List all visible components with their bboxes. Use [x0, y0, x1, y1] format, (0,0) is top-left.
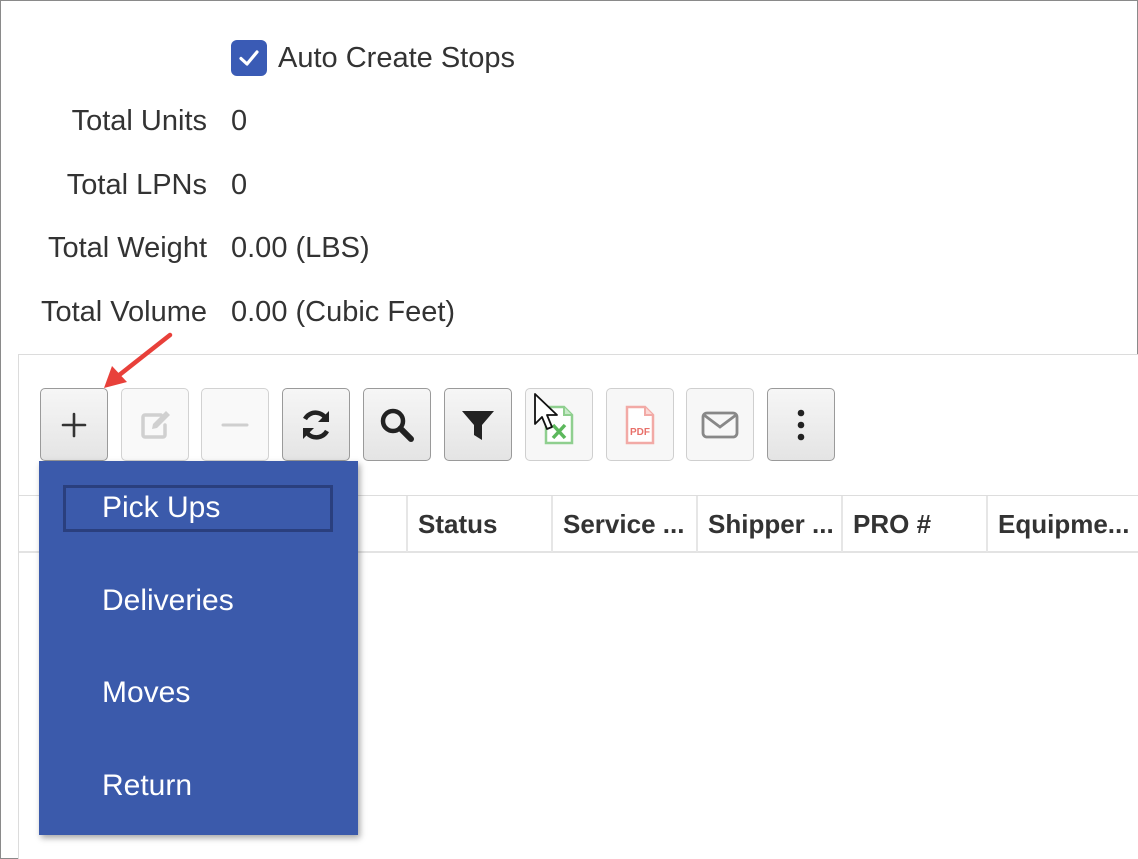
filter-icon	[462, 410, 494, 440]
export-pdf-button[interactable]: PDF	[606, 388, 674, 461]
email-button[interactable]	[686, 388, 754, 461]
checkmark-icon	[239, 50, 259, 66]
add-dropdown-menu: Pick Ups Deliveries Moves Return	[39, 461, 358, 835]
pdf-icon-text: PDF	[630, 427, 650, 438]
search-button[interactable]	[363, 388, 431, 461]
search-icon	[380, 408, 414, 442]
edit-icon	[141, 410, 170, 439]
menu-item-pick-ups[interactable]: Pick Ups	[102, 491, 220, 525]
column-header-shipper[interactable]: Shipper ...	[696, 496, 842, 552]
plus-icon	[61, 412, 87, 437]
auto-create-stops-checkbox[interactable]	[231, 40, 267, 76]
menu-item-return[interactable]: Return	[102, 769, 192, 803]
remove-button[interactable]	[201, 388, 269, 461]
filter-button[interactable]	[444, 388, 512, 461]
mouse-pointer-icon	[534, 393, 558, 430]
column-header-status[interactable]: Status	[406, 496, 552, 552]
auto-create-stops-label: Auto Create Stops	[278, 41, 515, 74]
refresh-button[interactable]	[282, 388, 350, 461]
menu-item-deliveries[interactable]: Deliveries	[102, 584, 234, 618]
column-header-equipment[interactable]: Equipme...	[986, 496, 1132, 552]
total-units-value: 0	[231, 105, 248, 137]
column-header-pro-number[interactable]: PRO #	[841, 496, 987, 552]
more-vertical-icon	[797, 409, 805, 440]
edit-button[interactable]	[121, 388, 189, 461]
envelope-icon	[701, 411, 739, 438]
total-lpns-label: Total LPNs	[66, 169, 207, 201]
more-actions-button[interactable]	[767, 388, 835, 461]
menu-item-moves[interactable]: Moves	[102, 676, 190, 710]
add-button[interactable]	[40, 388, 108, 461]
total-weight-value: 0.00 (LBS)	[231, 232, 370, 264]
total-lpns-value: 0	[231, 169, 248, 201]
total-volume-value: 0.00 (Cubic Feet)	[231, 296, 456, 328]
refresh-icon	[302, 409, 330, 440]
total-units-label: Total Units	[71, 105, 207, 137]
minus-icon	[221, 423, 249, 426]
total-weight-label: Total Weight	[47, 232, 207, 264]
pdf-icon: PDF	[625, 405, 655, 444]
column-header-service[interactable]: Service ...	[551, 496, 697, 552]
total-volume-label: Total Volume	[40, 296, 207, 328]
annotation-arrow-icon	[104, 332, 173, 388]
auto-create-stops-row: Auto Create Stops	[231, 38, 515, 78]
